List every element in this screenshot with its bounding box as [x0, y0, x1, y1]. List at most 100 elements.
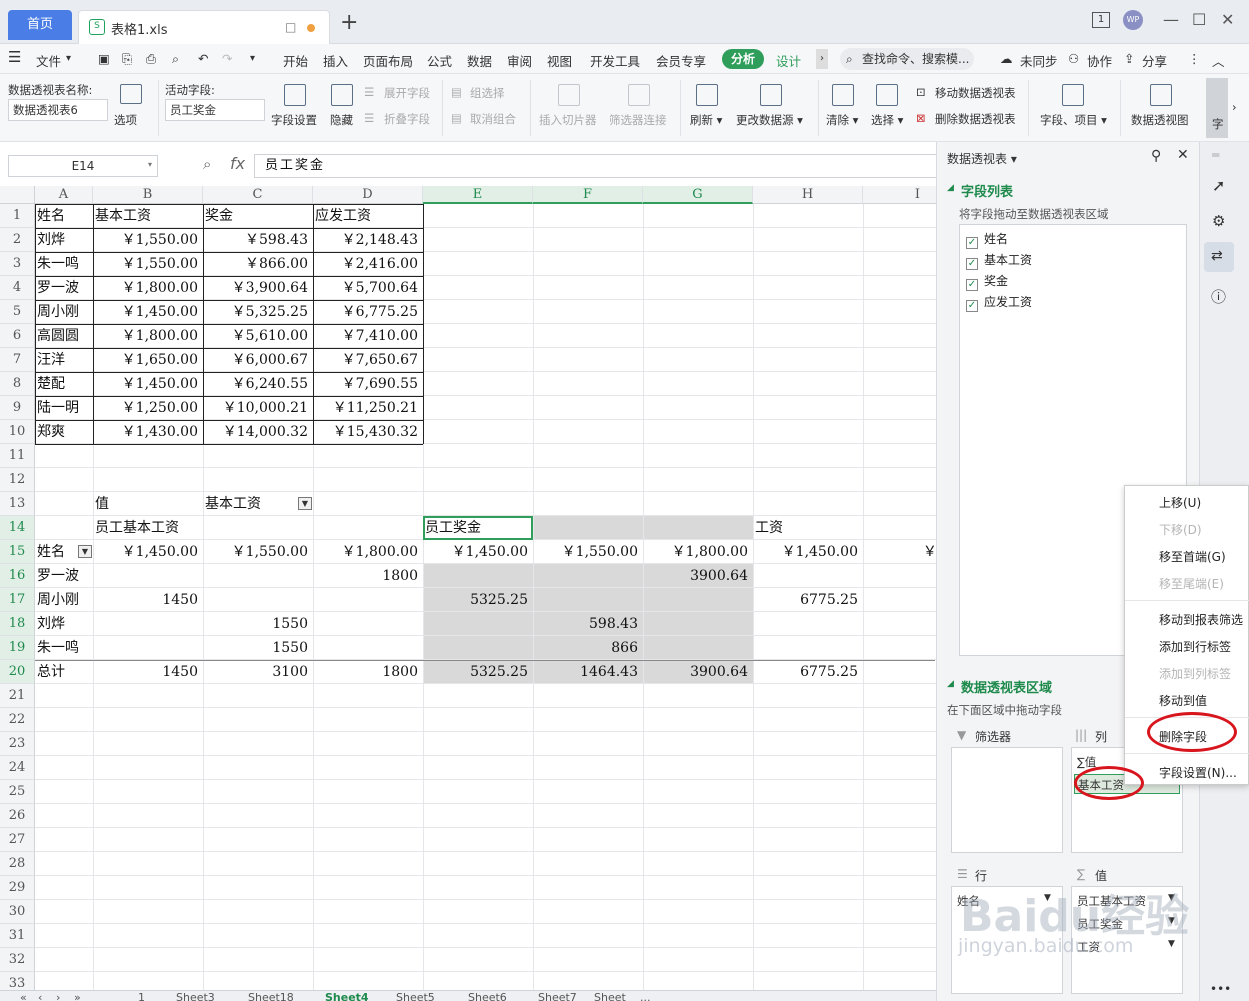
undo-icon[interactable]: ↶	[198, 51, 208, 66]
fx-icon[interactable]: fx	[230, 154, 245, 173]
refresh-icon[interactable]	[696, 84, 718, 106]
page-count-icon[interactable]: 1	[1092, 12, 1110, 28]
column-header[interactable]: F	[533, 186, 643, 204]
row-header[interactable]: 32	[0, 948, 35, 972]
pivot-cell[interactable]: 总计	[37, 660, 91, 684]
sync-status[interactable]: 未同步	[1020, 51, 1058, 70]
sheet-tab[interactable]: Sheet6	[468, 991, 507, 1001]
table-cell[interactable]: ￥866.00	[205, 252, 311, 276]
more-icon[interactable]: •••	[1210, 982, 1231, 996]
menu-page-layout[interactable]: 页面布局	[363, 51, 413, 70]
row-header[interactable]: 29	[0, 876, 35, 900]
change-source-icon[interactable]	[760, 84, 782, 106]
row-header[interactable]: 20	[0, 660, 35, 684]
table-cell[interactable]: ￥15,430.32	[315, 420, 421, 444]
pivot-chart-button[interactable]: 数据透视图	[1131, 112, 1189, 128]
filter-zone[interactable]	[951, 747, 1063, 853]
menu-add-to-column[interactable]: 添加到列标签	[1159, 665, 1231, 682]
options-icon[interactable]	[120, 84, 142, 104]
pivot-cell[interactable]: 6775.25	[755, 588, 861, 612]
zoom-icon[interactable]: ⌕	[203, 155, 211, 173]
table-cell[interactable]: ￥1,430.00	[95, 420, 201, 444]
tab-workbook[interactable]: S 表格1.xls □	[78, 10, 330, 44]
row-header[interactable]: 19	[0, 636, 35, 660]
group-select-button[interactable]: 组选择	[470, 85, 505, 101]
table-cell[interactable]: 高圆圆	[37, 324, 91, 348]
field-item-name[interactable]: ✓ 姓名	[966, 230, 1008, 249]
menu-member[interactable]: 会员专享	[656, 51, 706, 70]
row-header[interactable]: 14	[0, 516, 35, 540]
row-header[interactable]: 4	[0, 276, 35, 300]
table-cell[interactable]: ￥5,325.25	[205, 300, 311, 324]
share-button[interactable]: 分享	[1142, 51, 1167, 70]
sheet-nav-icon[interactable]: «	[20, 991, 27, 1001]
fields-items-icon[interactable]	[1062, 84, 1084, 106]
row-header[interactable]: 1	[0, 204, 35, 228]
tab-analyze[interactable]: 分析	[722, 49, 764, 69]
pivot-column-value[interactable]: ￥1,800.00	[315, 540, 421, 564]
pivot-cell[interactable]: 罗一波	[37, 564, 91, 588]
clear-icon[interactable]	[832, 84, 854, 106]
sheet-tab[interactable]: Sheet3	[176, 991, 215, 1001]
row-header[interactable]: 31	[0, 924, 35, 948]
table-cell[interactable]: ￥2,148.43	[315, 228, 421, 252]
checkbox-checked-icon[interactable]: ✓	[966, 279, 978, 291]
more-icon[interactable]: ⋮	[1188, 51, 1201, 66]
ungroup-button[interactable]: 取消组合	[470, 111, 516, 127]
sheet-tab[interactable]: Sheet7	[538, 991, 577, 1001]
table-cell[interactable]: ￥2,416.00	[315, 252, 421, 276]
sliders-icon[interactable]: ⚙	[1212, 212, 1225, 230]
column-header[interactable]: C	[203, 186, 313, 204]
sheet-more-icon[interactable]: ...	[640, 991, 651, 1001]
row-header[interactable]: 10	[0, 420, 35, 444]
pivot-cell[interactable]: 1550	[205, 636, 311, 660]
table-cell[interactable]: 刘烨	[37, 228, 91, 252]
filter-connect-button[interactable]: 筛选器连接	[609, 112, 667, 128]
select-button[interactable]: 选择 ▾	[871, 112, 903, 128]
column-header[interactable]: G	[643, 186, 753, 204]
minimize-icon[interactable]: —	[1163, 10, 1179, 29]
table-cell[interactable]: ￥7,690.55	[315, 372, 421, 396]
pivot-column-value[interactable]: ￥1,450.00	[95, 540, 201, 564]
table-cell[interactable]: 周小刚	[37, 300, 91, 324]
pivot-panel-toggle[interactable]: ⇄	[1204, 242, 1234, 272]
pivot-cell[interactable]: 朱一鸣	[37, 636, 91, 660]
checkbox-checked-icon[interactable]: ✓	[966, 258, 978, 270]
field-item-total-salary[interactable]: ✓ 应发工资	[966, 293, 1032, 312]
row-header[interactable]: 30	[0, 900, 35, 924]
table-cell[interactable]: ￥14,000.32	[205, 420, 311, 444]
menu-add-to-row[interactable]: 添加到行标签	[1159, 638, 1231, 655]
pivot-group-header[interactable]: 工资	[755, 516, 861, 540]
command-search[interactable]: ⌕ 查找命令、搜索模...	[840, 48, 974, 70]
pivot-column-value[interactable]: ￥1,55	[865, 540, 936, 564]
column-header[interactable]: I	[863, 186, 936, 204]
pivot-values-label[interactable]: 值	[95, 492, 201, 516]
pivot-cell[interactable]: 866	[535, 636, 641, 660]
hide-icon[interactable]	[331, 84, 353, 106]
pivot-cell[interactable]: 5325.25	[425, 660, 531, 684]
spreadsheet-grid[interactable]: A B C D E F G H I 1 2 3 4 5 6 7 8 9 10 11 12 13 14 15 16 17 18 19 20…	[0, 186, 936, 992]
hide-button[interactable]: 隐藏	[330, 112, 353, 128]
menu-review[interactable]: 审阅	[507, 51, 532, 70]
pivot-cell[interactable]: 1550	[205, 612, 311, 636]
column-header[interactable]: H	[753, 186, 863, 204]
pivot-name-input[interactable]: 数据透视表6	[8, 99, 108, 121]
table-cell[interactable]: 朱一鸣	[37, 252, 91, 276]
export-icon[interactable]: ⎘	[122, 51, 132, 67]
row-header[interactable]: 9	[0, 396, 35, 420]
change-source-button[interactable]: 更改数据源 ▾	[736, 112, 803, 128]
row-header[interactable]: 12	[0, 468, 35, 492]
collab-button[interactable]: 协作	[1087, 51, 1112, 70]
name-box[interactable]: E14	[8, 155, 158, 177]
pivot-cell[interactable]: 3900.64	[645, 564, 751, 588]
table-header-cell[interactable]: 基本工资	[95, 204, 201, 228]
sheet-nav-icon[interactable]: ›	[56, 991, 60, 1001]
chevron-down-icon[interactable]: ▾	[66, 53, 71, 64]
pivot-cell[interactable]: 598.43	[535, 612, 641, 636]
active-field-input[interactable]: 员工奖金	[165, 99, 265, 121]
row-header[interactable]: 15	[0, 540, 35, 564]
pivot-column-value[interactable]: ￥1,550.00	[535, 540, 641, 564]
table-cell[interactable]: ￥6,000.67	[205, 348, 311, 372]
table-cell[interactable]: ￥1,250.00	[95, 396, 201, 420]
delete-pivot-button[interactable]: 删除数据透视表	[935, 111, 1016, 127]
